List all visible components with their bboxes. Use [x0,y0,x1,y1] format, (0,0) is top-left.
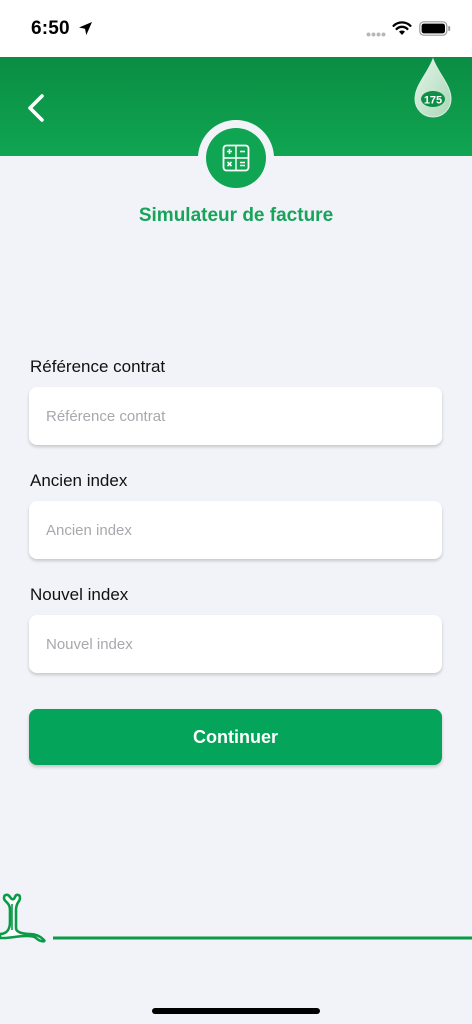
continue-button[interactable]: Continuer [29,709,442,765]
page-title: Simulateur de facture [138,205,334,226]
field-label-reference: Référence contrat [30,357,166,376]
nouvel-index-field[interactable] [29,615,442,673]
location-arrow-icon [79,22,92,35]
footer-decoration [0,893,472,943]
water-drop-logo-icon: 175 [414,57,452,118]
status-bar: 6:50 [0,0,472,57]
home-indicator [152,1008,320,1014]
logo-number: 175 [424,95,442,107]
wifi-icon [392,21,412,35]
field-label-ancien-index: Ancien index [30,471,128,490]
signal-dots-icon [366,32,386,37]
nouvel-index-input[interactable] [29,615,442,673]
ancien-index-field[interactable] [29,501,442,559]
reference-contrat-input[interactable] [29,387,442,445]
back-button[interactable] [22,91,52,125]
reference-contrat-field[interactable] [29,387,442,445]
status-time: 6:50 [31,18,70,39]
ancien-index-input[interactable] [29,501,442,559]
screen: 6:50 175 Simulateur de facture Référence… [0,0,472,1024]
calculator-icon [222,144,250,172]
battery-icon [419,21,451,36]
field-label-nouvel-index: Nouvel index [30,585,129,604]
